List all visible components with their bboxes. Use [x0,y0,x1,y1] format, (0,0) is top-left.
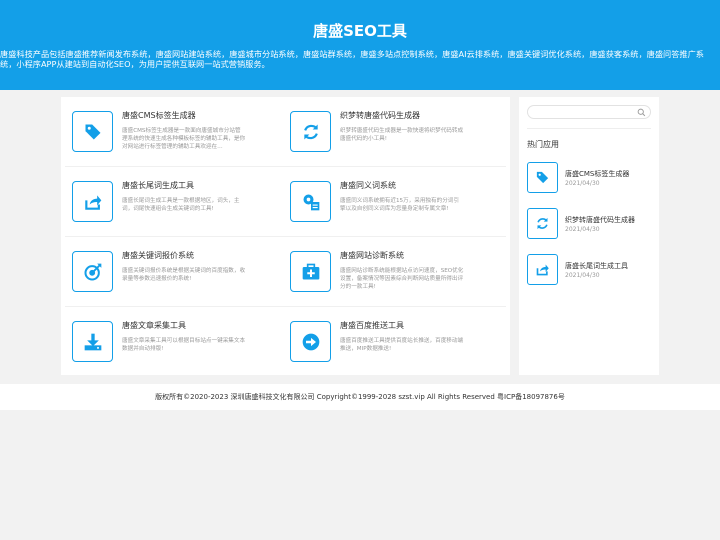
gear-doc-icon [290,181,331,222]
tool-card[interactable]: 唐盛长尾词生成工具 唐盛长尾词生成工具是一款根据地区，词头，主词，词尾快速组合生… [61,167,279,235]
hot-app-title[interactable]: 织梦转唐盛代码生成器 [565,215,635,225]
tool-desc: 唐盛关键词报价系统是根据关键词的百度指数，收录量等参数迅速报价的系统! [122,268,246,282]
download-icon [72,321,113,362]
tool-desc: 唐盛百度推送工具提供百度站长推送，百度移动端推送，MIP数据推送! [340,338,464,352]
hot-apps-heading: 热门应用 [527,140,559,149]
tool-title[interactable]: 唐盛关键词报价系统 [122,250,272,261]
site-header: 唐盛SEO工具 唐盛科技产品包括唐盛推荐新闻发布系统，唐盛网站建站系统，唐盛城市… [0,0,720,90]
tool-card[interactable]: 唐盛关键词报价系统 唐盛关键词报价系统是根据关键词的百度指数，收录量等参数迅速报… [61,237,279,305]
hot-app-item[interactable]: 唐盛长尾词生成工具 2021/04/30 [527,254,651,286]
site-title[interactable]: 唐盛SEO工具 [0,20,720,41]
site-footer: 版权所有©2020-2023 深圳唐盛科技文化有限公司 Copyright©19… [0,384,720,410]
tool-title[interactable]: 唐盛百度推送工具 [340,320,490,331]
hot-app-date: 2021/04/30 [565,226,600,233]
copyright-text: 版权所有©2020-2023 深圳唐盛科技文化有限公司 Copyright©19… [155,393,565,401]
hot-app-date: 2021/04/30 [565,272,600,279]
target-icon [72,251,113,292]
medical-kit-icon [290,251,331,292]
sidebar: 热门应用 唐盛CMS标签生成器 2021/04/30 织梦转唐盛代码生成器 20… [519,97,659,375]
tool-card[interactable]: 唐盛网站诊断系统 唐盛网站诊断系统能根据站点访问速度，SEO优化设置，备案情况等… [279,237,497,305]
hot-app-item[interactable]: 织梦转唐盛代码生成器 2021/04/30 [527,208,651,240]
search-input[interactable] [534,107,634,117]
tag-icon [72,111,113,152]
tool-desc: 唐盛同义词系统拥有近15万，采用独有的分词引擎以及自创同义词库为您量身定制专属文… [340,198,459,212]
tool-desc: 唐盛文章采集工具可以根据目标站点一键采集文本数据并自动排版! [122,338,246,352]
search-icon[interactable] [637,108,646,117]
tool-desc: 唐盛网站诊断系统能根据站点访问速度，SEO优化设置，备案情况等因素综合判断网站质… [340,268,464,290]
tool-title[interactable]: 织梦转唐盛代码生成器 [340,110,490,121]
hot-app-date: 2021/04/30 [565,180,600,187]
tool-title[interactable]: 唐盛网站诊断系统 [340,250,490,261]
site-description: 唐盛科技产品包括唐盛推荐新闻发布系统，唐盛网站建站系统，唐盛城市分站系统，唐盛站… [0,49,704,69]
tool-title[interactable]: 唐盛同义词系统 [340,180,490,191]
tool-card[interactable]: 唐盛文章采集工具 唐盛文章采集工具可以根据目标站点一键采集文本数据并自动排版! [61,307,279,375]
tool-title[interactable]: 唐盛CMS标签生成器 [122,110,272,121]
arrow-circle-icon [290,321,331,362]
tool-grid: 唐盛CMS标签生成器 唐盛CMS标签生成器是一款面向唐盛城市分站管理系统的快速生… [61,97,510,375]
tool-card[interactable]: 织梦转唐盛代码生成器 织梦转唐盛代码生成器是一款快速将织梦代码转成唐盛代码的小工… [279,97,497,165]
tool-desc: 织梦转唐盛代码生成器是一款快速将织梦代码转成唐盛代码的小工具! [340,128,464,142]
tag-icon [527,162,558,193]
search-box [527,105,651,119]
refresh-icon [290,111,331,152]
share-icon [72,181,113,222]
tool-title[interactable]: 唐盛文章采集工具 [122,320,272,331]
share-icon [527,254,558,285]
tool-card[interactable]: 唐盛CMS标签生成器 唐盛CMS标签生成器是一款面向唐盛城市分站管理系统的快速生… [61,97,279,165]
refresh-icon [527,208,558,239]
hot-app-title[interactable]: 唐盛CMS标签生成器 [565,169,629,179]
tool-card[interactable]: 唐盛同义词系统 唐盛同义词系统拥有近15万，采用独有的分词引擎以及自创同义词库为… [279,167,497,235]
tool-title[interactable]: 唐盛长尾词生成工具 [122,180,272,191]
hot-app-item[interactable]: 唐盛CMS标签生成器 2021/04/30 [527,162,651,194]
tool-desc: 唐盛长尾词生成工具是一款根据地区，词头，主词，词尾快速组合生成关键词的工具! [122,198,240,212]
tool-desc: 唐盛CMS标签生成器是一款面向唐盛城市分站管理系统的快速生成各种模板标签的辅助工… [122,128,246,150]
hot-app-title[interactable]: 唐盛长尾词生成工具 [565,261,628,271]
tool-card[interactable]: 唐盛百度推送工具 唐盛百度推送工具提供百度站长推送，百度移动端推送，MIP数据推… [279,307,497,375]
divider [527,128,651,129]
